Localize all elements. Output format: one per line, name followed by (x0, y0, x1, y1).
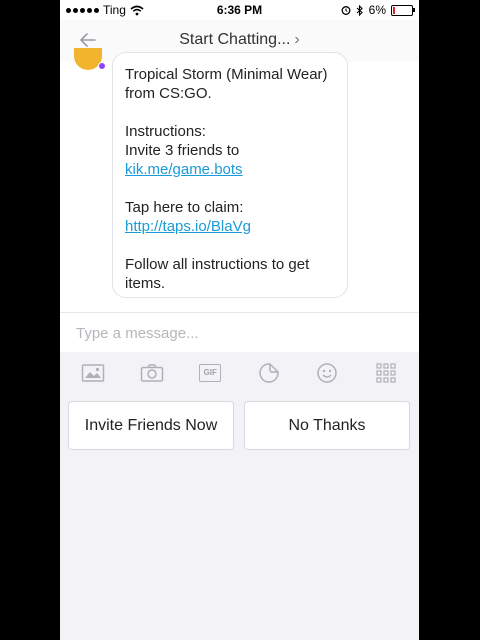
no-thanks-button[interactable]: No Thanks (244, 401, 410, 450)
claim-link[interactable]: http://taps.io/BlaVg (125, 218, 251, 235)
invite-friends-now-button[interactable]: Invite Friends Now (68, 401, 234, 450)
message-bubble: Tropical Storm (Minimal Wear) from CS:GO… (112, 52, 348, 298)
battery-percent: 6% (368, 3, 386, 17)
bluetooth-icon (356, 4, 363, 16)
message-line: Tropical Storm (Minimal Wear) (125, 66, 328, 83)
claim-text: Tap here to claim: (125, 199, 244, 216)
message-line: from CS:GO. (125, 85, 212, 102)
status-right-group: 6% (341, 3, 415, 17)
message-area[interactable]: Tropical Storm (Minimal Wear) from CS:GO… (60, 48, 419, 312)
message-input[interactable] (74, 321, 408, 345)
gallery-button[interactable] (80, 360, 106, 386)
gallery-icon (82, 364, 105, 382)
sticker-button[interactable] (256, 360, 282, 386)
composer (60, 312, 419, 353)
more-apps-button[interactable] (373, 360, 399, 386)
follow-text: items. (125, 275, 166, 292)
gif-button[interactable]: GIF (197, 360, 223, 386)
instructions-text: Invite 3 friends to (125, 142, 240, 159)
chat-title-text: Start Chatting... (179, 31, 291, 48)
battery-icon (391, 4, 415, 16)
camera-icon (140, 364, 163, 382)
alarm-icon (341, 6, 351, 15)
camera-button[interactable] (139, 360, 165, 386)
follow-text: Follow all instructions to get (125, 256, 310, 273)
chevron-right-icon: › (294, 31, 300, 48)
grid-icon (376, 363, 396, 383)
online-indicator (98, 62, 106, 70)
status-bar: Ting 6:36 PM 6% (60, 0, 419, 20)
sticker-icon (259, 363, 279, 383)
gif-icon: GIF (199, 364, 222, 382)
phone-screen: Ting 6:36 PM 6% Start Chatting... › Trop… (60, 0, 419, 640)
emoji-button[interactable] (314, 360, 340, 386)
chat-title[interactable]: Start Chatting... › (60, 31, 419, 49)
smiley-icon (317, 363, 337, 383)
invite-link[interactable]: kik.me/game.bots (125, 161, 243, 178)
attachment-toolbar: GIF (60, 352, 419, 394)
instructions-label: Instructions: (125, 123, 206, 140)
